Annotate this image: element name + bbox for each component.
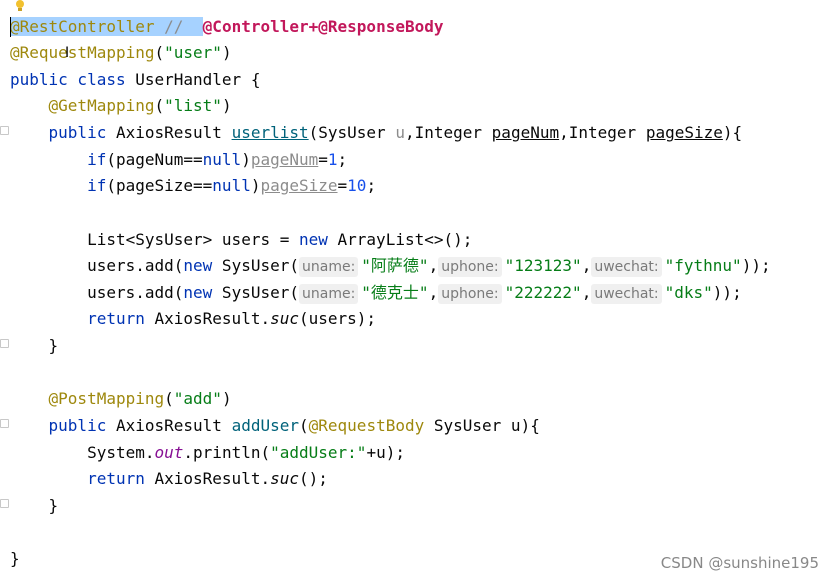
- code-line[interactable]: users.add(new SysUser(uname: "德克士", uphone…: [10, 280, 742, 306]
- code-line[interactable]: @RequestMapping("user"): [10, 40, 232, 66]
- annotation: @RequestMapping: [10, 43, 155, 62]
- code-line[interactable]: }: [10, 333, 59, 359]
- parameter-hint: uphone:: [438, 284, 502, 304]
- code-line[interactable]: System.out.println("addUser:"+u);: [10, 440, 405, 466]
- code-line[interactable]: @GetMapping("list"): [10, 93, 232, 119]
- fold-icon[interactable]: [0, 419, 9, 428]
- comment: @Controller+@ResponseBody: [202, 17, 444, 36]
- annotation: @GetMapping: [48, 96, 155, 115]
- annotation: @PostMapping: [48, 389, 165, 408]
- parameter-hint: uname:: [299, 257, 359, 277]
- parameter-hint: uname:: [299, 284, 359, 304]
- annotation: @RestController: [10, 17, 155, 36]
- code-line[interactable]: }: [10, 546, 20, 572]
- method-name: addUser: [231, 416, 299, 435]
- code-line[interactable]: return AxiosResult.suc(users);: [10, 306, 376, 332]
- method-name: userlist: [231, 123, 309, 142]
- parameter-hint: uwechat:: [591, 284, 662, 304]
- text-caret: [10, 17, 11, 37]
- code-line[interactable]: @PostMapping("add"): [10, 386, 232, 412]
- lightbulb-icon[interactable]: [15, 0, 25, 12]
- annotation: @RequestBody: [308, 416, 425, 435]
- code-line[interactable]: return AxiosResult.suc();: [10, 466, 328, 492]
- code-line[interactable]: public class UserHandler {: [10, 67, 260, 93]
- fold-icon[interactable]: [0, 126, 9, 135]
- code-line[interactable]: if(pageSize==null)pageSize=10;: [10, 173, 376, 199]
- code-line[interactable]: List<SysUser> users = new ArrayList<>();: [10, 227, 472, 253]
- watermark: CSDN @sunshine195: [660, 554, 819, 572]
- code-line[interactable]: users.add(new SysUser(uname: "阿萨德", uphone…: [10, 253, 771, 279]
- code-line[interactable]: }: [10, 493, 59, 519]
- fold-icon[interactable]: [0, 339, 9, 348]
- code-line[interactable]: if(pageNum==null)pageNum=1;: [10, 147, 347, 173]
- ibeam-cursor-icon: I: [65, 45, 70, 61]
- parameter-hint: uwechat:: [591, 257, 662, 277]
- code-line[interactable]: @RestController // @Controller+@Response…: [10, 14, 444, 40]
- code-line[interactable]: public AxiosResult userlist(SysUser u,In…: [10, 120, 743, 146]
- parameter-hint: uphone:: [438, 257, 502, 277]
- editor-gutter: [0, 0, 8, 578]
- code-line[interactable]: public AxiosResult addUser(@RequestBody …: [10, 413, 540, 439]
- fold-icon[interactable]: [0, 499, 9, 508]
